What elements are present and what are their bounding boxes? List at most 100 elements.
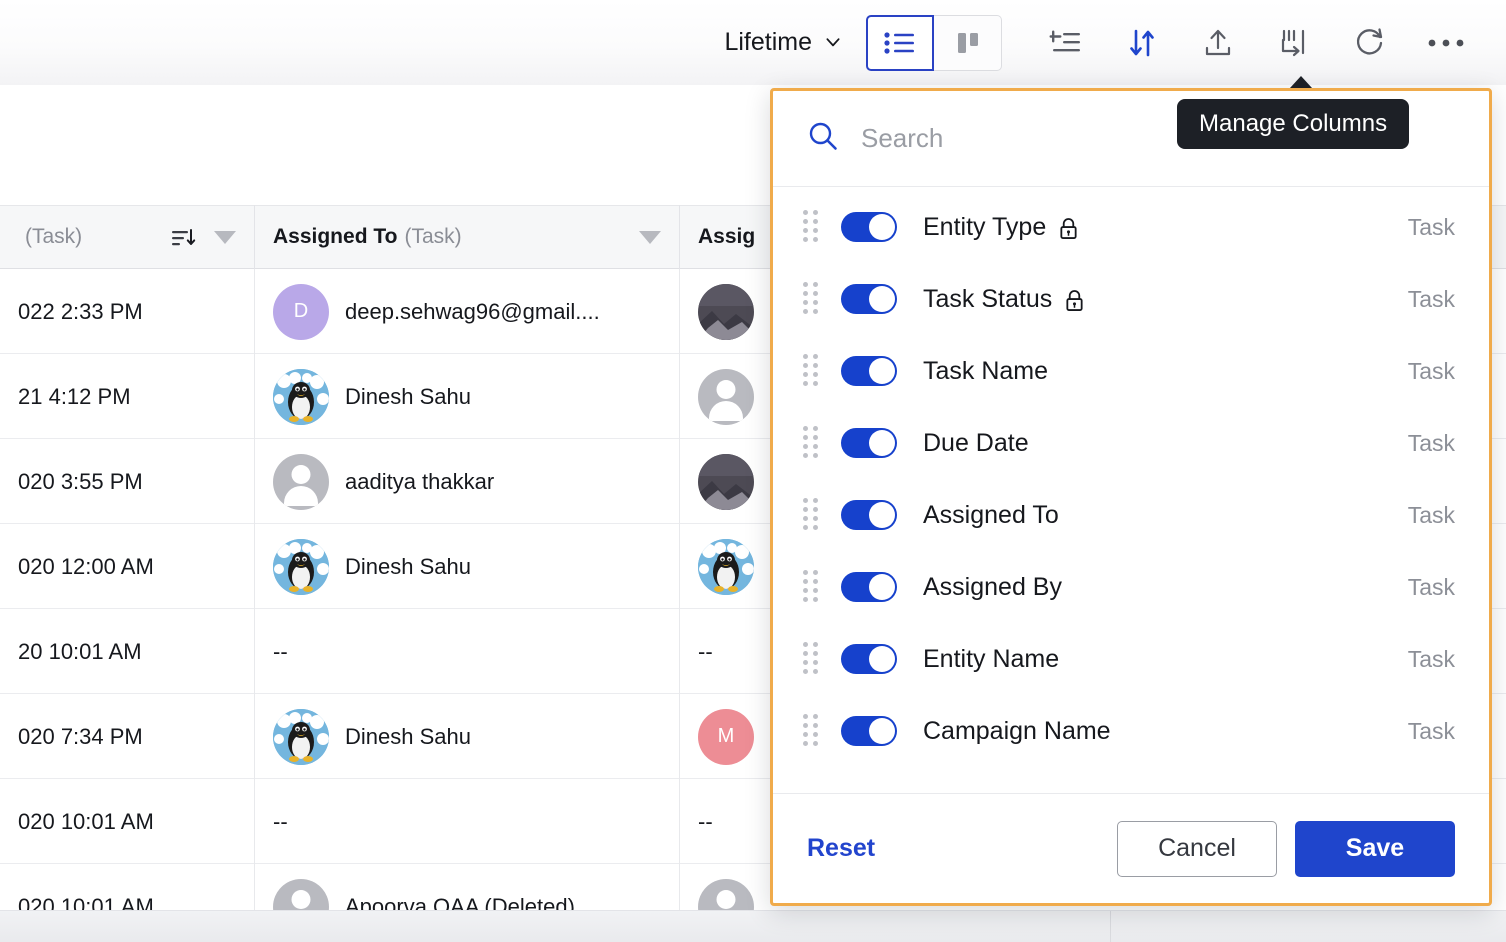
column-toggle[interactable] — [841, 284, 897, 314]
column-toggle[interactable] — [841, 716, 897, 746]
avatar — [273, 453, 329, 510]
cell-assigned-to: Dinesh Sahu — [255, 354, 680, 439]
date-value: 21 4:12 PM — [18, 383, 131, 409]
refresh-button[interactable] — [1340, 14, 1400, 72]
column-label: Assigned To — [923, 501, 1059, 530]
sort-button[interactable] — [1112, 14, 1172, 72]
sort-arrows-icon — [1130, 29, 1154, 56]
cell-assigned-to: aaditya thakkar — [255, 439, 680, 524]
column-label-text: Entity Name — [923, 644, 1060, 673]
cancel-button[interactable]: Cancel — [1117, 820, 1277, 877]
column-row[interactable]: Assigned By Task — [773, 551, 1489, 623]
column-label-text: Assigned To — [923, 500, 1059, 529]
lock-icon — [1064, 289, 1085, 313]
manage-columns-icon — [1281, 29, 1305, 56]
avatar: D — [273, 283, 329, 340]
cell-assigned-to: Dinesh Sahu — [255, 694, 680, 779]
column-row[interactable]: Entity Name Task — [773, 623, 1489, 695]
column-row[interactable]: Task Name Task — [773, 335, 1489, 407]
column-type: Task — [1407, 717, 1455, 744]
avatar: M — [698, 708, 754, 765]
column-toggle[interactable] — [841, 428, 897, 458]
date-value: 022 2:33 PM — [18, 298, 143, 324]
column-filter-icon[interactable] — [639, 230, 661, 244]
assigned-to-name: Dinesh Sahu — [345, 553, 471, 579]
drag-handle-icon[interactable] — [803, 498, 821, 532]
period-selector[interactable]: Lifetime — [724, 28, 840, 57]
column-row[interactable]: Entity Type Task — [773, 191, 1489, 263]
date-value: 020 12:00 AM — [18, 553, 154, 579]
cell-date: 020 10:01 AM — [0, 779, 255, 864]
avatar — [698, 283, 754, 340]
column-label-text: Campaign Name — [923, 716, 1111, 745]
cell-empty-value: -- — [273, 808, 288, 834]
save-button[interactable]: Save — [1295, 820, 1455, 877]
date-value: 020 10:01 AM — [18, 808, 154, 834]
column-row[interactable]: Task Status Task — [773, 263, 1489, 335]
date-value: 20 10:01 AM — [18, 638, 142, 664]
column-row[interactable]: Due Date Task — [773, 407, 1489, 479]
add-row-button[interactable] — [1036, 14, 1096, 72]
panel-caret — [1290, 76, 1312, 88]
more-horizontal-icon — [1428, 39, 1464, 46]
drag-handle-icon[interactable] — [803, 642, 821, 676]
drag-handle-icon[interactable] — [803, 354, 821, 388]
column-type: Task — [1407, 645, 1455, 672]
column-header-assigned-to[interactable]: Assigned To (Task) — [255, 205, 680, 269]
avatar — [273, 708, 329, 765]
column-toggle[interactable] — [841, 500, 897, 530]
column-filter-icon[interactable] — [214, 230, 236, 244]
drag-handle-icon[interactable] — [803, 714, 821, 748]
column-row[interactable]: Campaign Name Task — [773, 695, 1489, 767]
add-row-icon — [1049, 30, 1080, 51]
board-view-button[interactable] — [934, 14, 1002, 71]
cell-date: 20 10:01 AM — [0, 609, 255, 694]
sort-icon[interactable] — [170, 225, 196, 249]
search-icon — [807, 120, 839, 157]
column-row[interactable]: Assigned To Task — [773, 479, 1489, 551]
bottom-strip-divider — [1110, 911, 1111, 942]
column-toggle[interactable] — [841, 356, 897, 386]
drag-handle-icon[interactable] — [803, 570, 821, 604]
manage-columns-panel: Entity TypeTaskTask StatusTaskTask NameT… — [770, 88, 1492, 906]
column-type: Task — [1407, 213, 1455, 240]
column-type: Task — [1407, 573, 1455, 600]
drag-handle-icon[interactable] — [803, 210, 821, 244]
column-label: Due Date — [923, 429, 1029, 458]
list-view-button[interactable] — [866, 14, 934, 71]
column-toggle[interactable] — [841, 572, 897, 602]
period-label: Lifetime — [724, 28, 812, 56]
column-type: Task — [1407, 357, 1455, 384]
avatar — [698, 538, 754, 595]
assigned-to-name: Dinesh Sahu — [345, 383, 471, 409]
manage-columns-button[interactable] — [1264, 14, 1324, 72]
chevron-down-icon — [824, 33, 840, 49]
date-value: 020 3:55 PM — [18, 468, 143, 494]
assigned-to-name: Dinesh Sahu — [345, 723, 471, 749]
avatar — [698, 453, 754, 510]
date-value: 020 7:34 PM — [18, 723, 143, 749]
column-label-text: Task Name — [923, 356, 1049, 385]
cell-empty-value: -- — [698, 638, 713, 664]
reset-button[interactable]: Reset — [807, 834, 875, 863]
column-label-text: Due Date — [923, 428, 1029, 457]
bottom-strip — [0, 910, 1506, 942]
more-options-button[interactable] — [1416, 14, 1476, 72]
refresh-icon — [1356, 27, 1383, 54]
drag-handle-icon[interactable] — [803, 426, 821, 460]
view-toggle-group — [866, 14, 1002, 71]
cell-empty-value: -- — [698, 808, 713, 834]
column-header-assigned-by-title: Assig — [698, 225, 756, 248]
column-label-text: Entity Type — [923, 212, 1047, 241]
panel-footer: Reset Cancel Save — [773, 793, 1489, 903]
column-label: Task Name — [923, 357, 1048, 386]
drag-handle-icon[interactable] — [803, 282, 821, 316]
column-toggle[interactable] — [841, 212, 897, 242]
export-button[interactable] — [1188, 14, 1248, 72]
avatar — [698, 368, 754, 425]
cell-assigned-to: -- — [255, 609, 680, 694]
column-header-date[interactable]: (Task) — [0, 205, 255, 269]
column-toggle[interactable] — [841, 644, 897, 674]
assigned-to-name: deep.sehwag96@gmail.... — [345, 298, 600, 324]
column-label: Task Status — [923, 285, 1085, 314]
